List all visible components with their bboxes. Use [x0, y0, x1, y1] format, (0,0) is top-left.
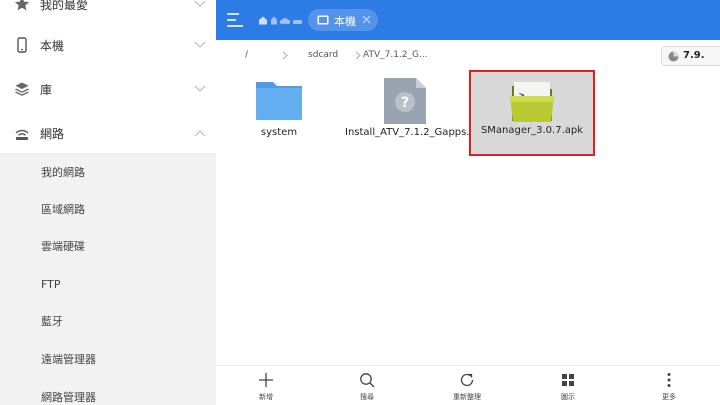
- phone-icon: [17, 37, 27, 53]
- network-icon: [15, 129, 29, 140]
- star-icon: [14, 0, 30, 11]
- view-mode-button[interactable]: 圖示: [538, 370, 598, 404]
- bottom-toolbar: 新增 搜尋 重新整理 圖示 更多: [216, 365, 720, 405]
- subitem-label: 藍牙: [41, 315, 63, 328]
- more-button[interactable]: 更多: [639, 370, 699, 404]
- subitem-cloud-drive[interactable]: 雲端硬碟: [0, 228, 216, 264]
- crumb-root[interactable]: /: [245, 50, 248, 60]
- action-label: 新增: [259, 393, 273, 401]
- subitem-my-network[interactable]: 我的網路: [0, 154, 216, 190]
- file-item-smanager-apk[interactable]: >_ SManager_3.0.7.apk: [469, 70, 595, 156]
- sidebar-item-label: 我的最愛: [40, 0, 89, 12]
- subitem-label: FTP: [41, 277, 61, 291]
- file-item-install-script[interactable]: ? Install_ATV_7.1.2_Gapps.sh: [345, 72, 482, 162]
- sidebar-item-label: 網路: [40, 126, 65, 141]
- apk-icon: >_: [510, 82, 554, 122]
- sidebar-item-local[interactable]: 本機: [0, 25, 216, 65]
- subitem-bluetooth[interactable]: 藍牙: [0, 303, 216, 339]
- layers-icon: [15, 82, 29, 96]
- network-submenu: 我的網路 區域網路 雲端硬碟 FTP 藍牙 遠端管理器 網路管理器: [0, 153, 216, 405]
- add-button[interactable]: 新增: [236, 370, 296, 404]
- tab-label: 本機: [334, 15, 356, 28]
- refresh-icon: [460, 373, 474, 387]
- crumb-current-folder[interactable]: ATV_7.1.2_G...: [363, 50, 428, 60]
- subitem-label: 區域網路: [41, 203, 85, 216]
- subitem-label: 雲端硬碟: [41, 240, 85, 253]
- file-grid: system ? Install_ATV_7.1.2_Gapps.sh >_ S…: [216, 70, 720, 365]
- subitem-network-manager[interactable]: 網路管理器: [0, 379, 216, 405]
- search-icon: [360, 373, 375, 388]
- pie-chart-icon: [668, 51, 679, 62]
- menu-icon[interactable]: [226, 12, 244, 28]
- more-icon: [667, 373, 671, 387]
- action-label: 重新整理: [453, 393, 481, 401]
- sidebar-item-favorites[interactable]: 我的最愛: [0, 0, 216, 24]
- breadcrumb: / sdcard ATV_7.1.2_G... 7.9.: [216, 40, 720, 72]
- svg-text:?: ?: [401, 95, 409, 111]
- home-icon[interactable]: [258, 15, 304, 25]
- file-item-system[interactable]: system: [219, 72, 339, 162]
- subitem-remote-manager[interactable]: 遠端管理器: [0, 341, 216, 377]
- sidebar: 我的最愛 本機 庫 網路 我的網路 區域網路 雲端硬碟 FTP 藍牙 遠端管理器…: [0, 0, 216, 405]
- tablet-icon: [317, 15, 329, 25]
- chevron-right-icon: [282, 51, 288, 60]
- sidebar-item-label: 本機: [40, 38, 65, 53]
- storage-usage-badge[interactable]: 7.9.: [661, 46, 720, 66]
- close-icon[interactable]: [362, 15, 371, 24]
- chevron-up-icon: [194, 130, 206, 137]
- file-name: Install_ATV_7.1.2_Gapps.sh: [345, 127, 482, 138]
- chevron-down-icon: [194, 0, 206, 7]
- subitem-ftp[interactable]: FTP: [0, 266, 216, 302]
- subitem-label: 遠端管理器: [41, 353, 96, 366]
- tab-local[interactable]: 本機: [308, 9, 378, 31]
- file-name: system: [260, 127, 298, 138]
- storage-value: 7.9.: [683, 50, 705, 61]
- chevron-down-icon: [194, 85, 206, 92]
- crumb-sdcard[interactable]: sdcard: [308, 50, 338, 60]
- action-label: 圖示: [561, 393, 575, 401]
- unknown-file-icon: ?: [384, 78, 426, 124]
- subitem-label: 我的網路: [41, 166, 85, 179]
- action-label: 搜尋: [360, 393, 374, 401]
- top-bar: 本機: [216, 0, 720, 40]
- chevron-down-icon: [194, 41, 206, 48]
- subitem-label: 網路管理器: [41, 391, 96, 404]
- grid-icon: [562, 374, 574, 386]
- folder-icon: [256, 82, 302, 120]
- sidebar-item-label: 庫: [40, 82, 53, 97]
- chevron-right-icon: [355, 51, 361, 60]
- refresh-button[interactable]: 重新整理: [437, 370, 497, 404]
- action-label: 更多: [662, 393, 676, 401]
- search-button[interactable]: 搜尋: [337, 370, 397, 404]
- sidebar-item-library[interactable]: 庫: [0, 69, 216, 109]
- sidebar-item-network[interactable]: 網路: [0, 113, 216, 153]
- file-name: SManager_3.0.7.apk: [480, 125, 584, 136]
- subitem-lan[interactable]: 區域網路: [0, 191, 216, 227]
- plus-icon: [259, 373, 273, 387]
